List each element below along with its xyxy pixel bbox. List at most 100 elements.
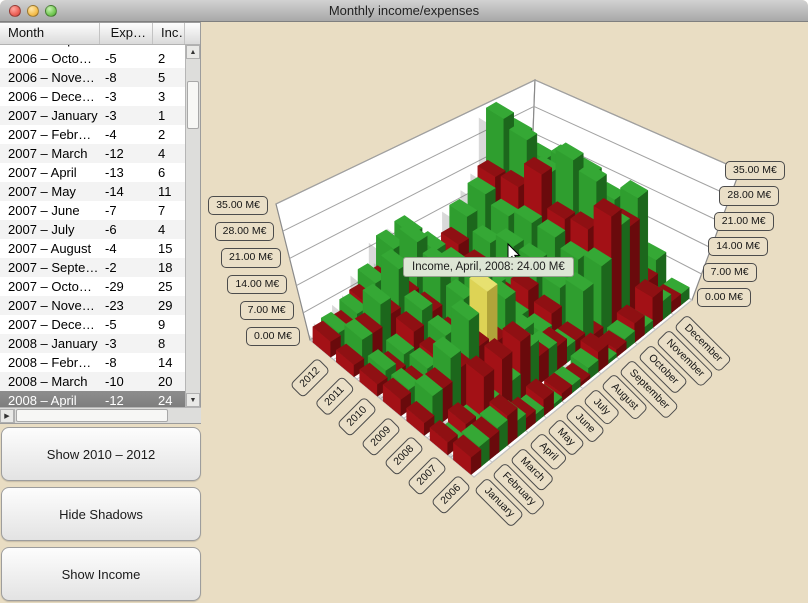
table-cell: -3 <box>100 108 153 123</box>
table-cell: -3 <box>100 89 153 104</box>
value-axis-label-right: 0.00 M€ <box>697 288 751 307</box>
table-cell: -14 <box>100 184 153 199</box>
table-body: 2006 – Sept…-232006 – Octo…-522006 – Nov… <box>0 45 185 407</box>
table-cell: -5 <box>100 51 153 66</box>
table-cell: -4 <box>100 127 153 142</box>
column-header-income[interactable]: Inc… <box>153 23 185 44</box>
value-axis-label-right: 14.00 M€ <box>708 237 768 256</box>
table-cell: 2007 – May <box>0 184 100 199</box>
table-cell: 2007 – March <box>0 146 100 161</box>
table-row[interactable]: 2007 – Febr…-42 <box>0 125 185 144</box>
table-cell: 8 <box>153 336 185 351</box>
table-row[interactable]: 2007 – Septe…-218 <box>0 258 185 277</box>
table-cell: -13 <box>100 165 153 180</box>
table-cell: 3 <box>153 45 185 47</box>
table-cell: 25 <box>153 279 185 294</box>
table-cell: 2006 – Nove… <box>0 70 100 85</box>
table-cell: -7 <box>100 203 153 218</box>
table-cell: -23 <box>100 298 153 313</box>
table-row[interactable]: 2008 – March-1020 <box>0 372 185 391</box>
scroll-right-icon[interactable]: ▶ <box>0 409 14 423</box>
show-income-button[interactable]: Show Income <box>1 547 201 601</box>
table-cell: 2007 – April <box>0 165 100 180</box>
table-cell: 2007 – June <box>0 203 100 218</box>
table-row[interactable]: 2006 – Octo…-52 <box>0 49 185 68</box>
table-cell: 2007 – Dece… <box>0 317 100 332</box>
scroll-up-icon[interactable]: ▲ <box>186 45 200 59</box>
table-row[interactable]: 2007 – January-31 <box>0 106 185 125</box>
table-cell: 2007 – Nove… <box>0 298 100 313</box>
app-window: Monthly income/expenses Month Exp… Inc… … <box>0 0 808 603</box>
table-row[interactable]: 2007 – August-415 <box>0 239 185 258</box>
horizontal-scrollbar[interactable]: ◀ ▶ <box>0 407 201 423</box>
table-cell: -2 <box>100 260 153 275</box>
table-row[interactable]: 2008 – April-1224 <box>0 391 185 407</box>
table-cell: 2006 – Dece… <box>0 89 100 104</box>
table-cell: 20 <box>153 374 185 389</box>
data-table: Month Exp… Inc… 2006 – Sept…-232006 – Oc… <box>0 22 201 424</box>
table-cell: 2008 – January <box>0 336 100 351</box>
table-cell: 9 <box>153 317 185 332</box>
table-cell: -4 <box>100 241 153 256</box>
table-cell: -6 <box>100 222 153 237</box>
table-cell: -3 <box>100 336 153 351</box>
value-axis-label-right: 35.00 M€ <box>725 161 785 180</box>
value-axis-label-right: 7.00 M€ <box>703 263 757 282</box>
table-cell: 6 <box>153 165 185 180</box>
window-title: Monthly income/expenses <box>0 3 808 18</box>
table-cell: -8 <box>100 70 153 85</box>
vertical-scroll-thumb[interactable] <box>187 81 199 129</box>
horizontal-scroll-thumb[interactable] <box>16 409 168 422</box>
table-cell: 29 <box>153 298 185 313</box>
table-cell: 7 <box>153 203 185 218</box>
table-cell: 14 <box>153 355 185 370</box>
scroll-down-icon[interactable]: ▼ <box>186 393 200 407</box>
table-cell: 2007 – August <box>0 241 100 256</box>
table-row[interactable]: 2007 – July-64 <box>0 220 185 239</box>
table-cell: 1 <box>153 108 185 123</box>
table-row[interactable]: 2007 – March-124 <box>0 144 185 163</box>
table-row[interactable]: 2007 – Octo…-2925 <box>0 277 185 296</box>
value-axis-label-left: 35.00 M€ <box>208 196 268 215</box>
table-cell: -29 <box>100 279 153 294</box>
table-row[interactable]: 2008 – January-38 <box>0 334 185 353</box>
table-cell: -12 <box>100 393 153 407</box>
table-row[interactable]: 2007 – June-77 <box>0 201 185 220</box>
vertical-scrollbar[interactable]: ▲ ▼ <box>185 45 200 407</box>
value-axis-label-left: 7.00 M€ <box>240 301 294 320</box>
table-cell: 2 <box>153 127 185 142</box>
table-row[interactable]: 2007 – April-136 <box>0 163 185 182</box>
table-cell: 3 <box>153 89 185 104</box>
table-row[interactable]: 2008 – Febr…-814 <box>0 353 185 372</box>
table-row[interactable]: 2007 – May-1411 <box>0 182 185 201</box>
table-cell: 4 <box>153 222 185 237</box>
left-panel: Month Exp… Inc… 2006 – Sept…-232006 – Oc… <box>0 22 202 603</box>
table-cell: -8 <box>100 355 153 370</box>
hide-shadows-button[interactable]: Hide Shadows <box>1 487 201 541</box>
table-cell: 2008 – March <box>0 374 100 389</box>
table-row[interactable]: 2006 – Dece…-33 <box>0 87 185 106</box>
value-axis-label-left: 28.00 M€ <box>215 222 275 241</box>
table-row[interactable]: 2006 – Nove…-85 <box>0 68 185 87</box>
table-cell: -2 <box>100 45 153 47</box>
window-titlebar[interactable]: Monthly income/expenses <box>0 0 808 22</box>
value-axis-label-right: 21.00 M€ <box>714 212 774 231</box>
table-cell: 2007 – July <box>0 222 100 237</box>
table-cell: -12 <box>100 146 153 161</box>
column-header-expenses[interactable]: Exp… <box>100 23 153 44</box>
value-axis-label-left: 0.00 M€ <box>246 327 300 346</box>
show-2010-2012-button[interactable]: Show 2010 – 2012 <box>1 427 201 481</box>
table-cell: 2007 – January <box>0 108 100 123</box>
chart-area[interactable]: 0.00 M€0.00 M€7.00 M€7.00 M€14.00 M€14.0… <box>202 22 808 603</box>
table-cell: 4 <box>153 146 185 161</box>
table-cell: 2006 – Sept… <box>0 45 100 47</box>
value-axis-label-right: 28.00 M€ <box>719 186 779 205</box>
table-cell: 15 <box>153 241 185 256</box>
button-column: Show 2010 – 2012 Hide Shadows Show Incom… <box>1 427 201 601</box>
column-header-month[interactable]: Month <box>0 23 100 44</box>
table-cell: 2007 – Septe… <box>0 260 100 275</box>
table-row[interactable]: 2007 – Dece…-59 <box>0 315 185 334</box>
table-row[interactable]: 2007 – Nove…-2329 <box>0 296 185 315</box>
value-axis-label-left: 21.00 M€ <box>221 248 281 267</box>
table-header: Month Exp… Inc… <box>0 23 200 45</box>
